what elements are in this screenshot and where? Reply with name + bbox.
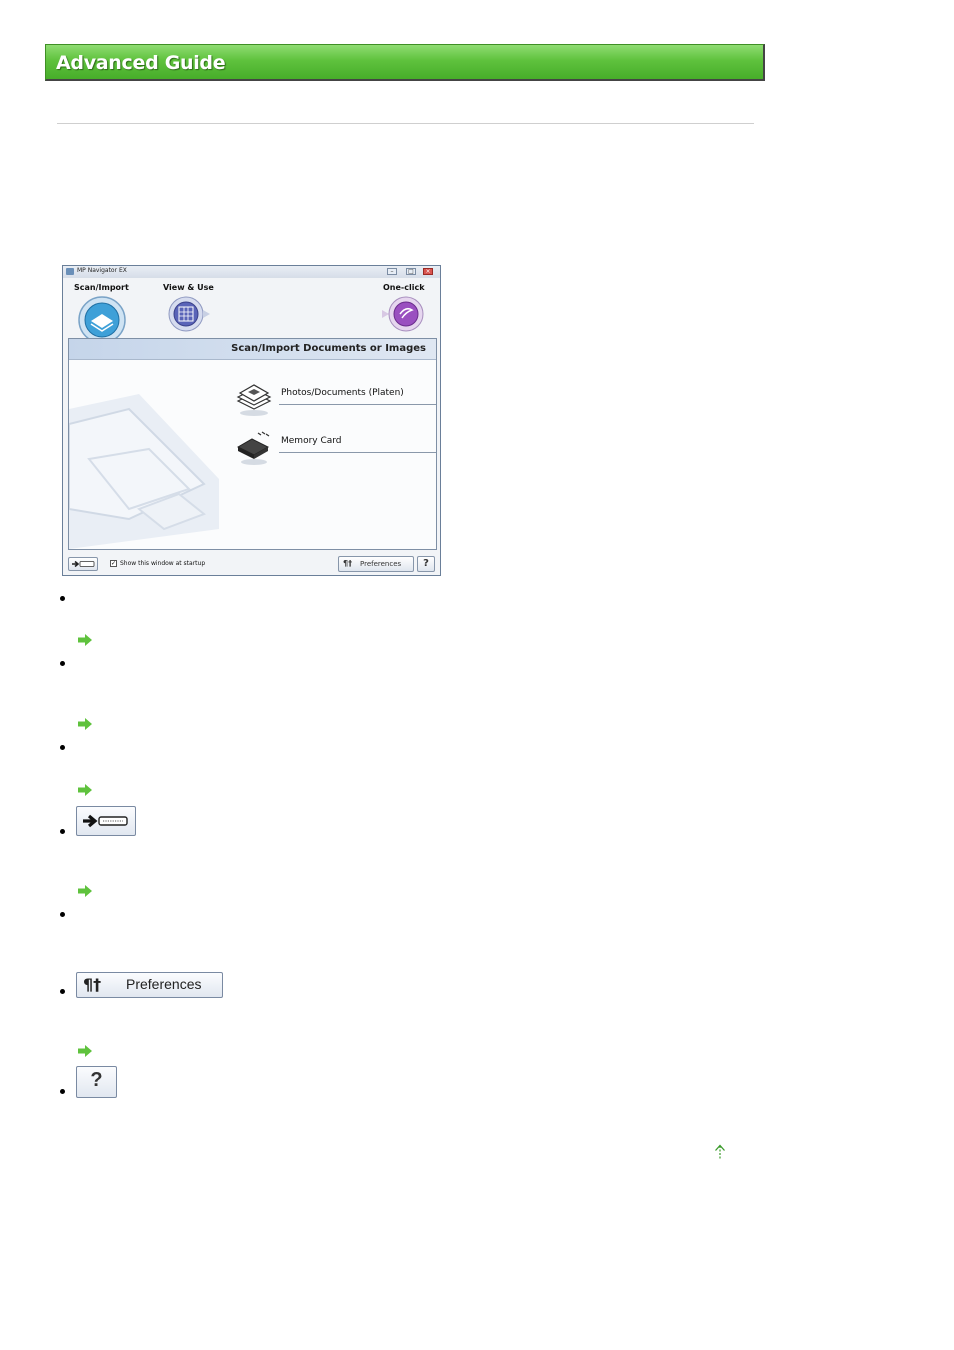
minimize-icon[interactable]: –	[387, 268, 397, 275]
option-underline	[279, 452, 436, 453]
memory-card-icon[interactable]	[234, 429, 274, 467]
memory-card-option[interactable]: Memory Card	[281, 436, 342, 446]
maximize-icon[interactable]: □	[406, 268, 416, 275]
preferences-button-small[interactable]: ¶† Preferences	[338, 556, 414, 572]
list-bullet	[60, 745, 65, 750]
mode-label-one-click: One-click	[383, 283, 425, 292]
window-title: MP Navigator EX	[77, 267, 127, 274]
list-bullet	[60, 661, 65, 666]
main-window-switch-button-image	[76, 806, 136, 836]
photos-documents-option[interactable]: Photos/Documents (Platen)	[281, 388, 404, 398]
list-bullet	[60, 989, 65, 994]
tools-icon: ¶†	[343, 559, 353, 568]
help-button-image: ?	[76, 1066, 117, 1098]
green-arrow-link-icon[interactable]	[78, 885, 92, 897]
view-use-mode-icon[interactable]	[166, 296, 212, 334]
show-at-startup-label: Show this window at startup	[120, 560, 206, 567]
green-arrow-link-icon[interactable]	[78, 718, 92, 730]
panel-header: Scan/Import Documents or Images	[69, 339, 436, 360]
green-arrow-link-icon[interactable]	[78, 1045, 92, 1057]
mode-label-view-use: View & Use	[163, 283, 214, 292]
show-at-startup-checkbox[interactable]: ✓	[110, 560, 117, 567]
help-button-small[interactable]: ?	[417, 556, 435, 572]
tools-icon: ¶†	[83, 975, 102, 994]
window-titlebar: MP Navigator EX – □ ×	[63, 266, 440, 278]
green-arrow-link-icon[interactable]	[78, 784, 92, 796]
divider	[57, 123, 754, 124]
mp-navigator-screenshot: MP Navigator EX – □ × Scan/Import View &…	[62, 265, 441, 576]
mode-label-scan-import: Scan/Import	[74, 283, 129, 292]
preferences-button-image: ¶† Preferences	[76, 972, 223, 998]
green-arrow-link-icon[interactable]	[78, 634, 92, 646]
list-bullet	[60, 1089, 65, 1094]
app-icon	[66, 268, 74, 275]
page-top-arrow-icon[interactable]	[714, 1144, 726, 1160]
list-bullet	[60, 829, 65, 834]
arrow-window-icon	[83, 814, 128, 828]
option-underline	[279, 404, 436, 405]
scanner-illustration-icon	[69, 394, 219, 549]
preferences-label: Preferences	[126, 976, 202, 992]
window-bottom-bar: ✓ Show this window at startup ¶† Prefere…	[63, 553, 440, 575]
list-bullet	[60, 912, 65, 917]
scan-import-panel: Scan/Import Documents or Images Photos/D…	[68, 338, 437, 550]
close-icon[interactable]: ×	[423, 268, 433, 275]
photos-documents-icon[interactable]	[234, 381, 274, 419]
banner-title: Advanced Guide	[56, 52, 226, 74]
advanced-guide-banner: Advanced Guide	[45, 44, 765, 81]
preferences-label-small: Preferences	[360, 560, 402, 568]
panel-title: Scan/Import Documents or Images	[231, 343, 426, 354]
switch-to-main-window-button[interactable]	[68, 557, 98, 571]
arrow-window-icon	[72, 560, 95, 568]
help-label: ?	[90, 1069, 103, 1091]
help-label-small: ?	[423, 558, 429, 569]
list-bullet	[60, 596, 65, 601]
one-click-mode-icon[interactable]	[380, 296, 426, 334]
